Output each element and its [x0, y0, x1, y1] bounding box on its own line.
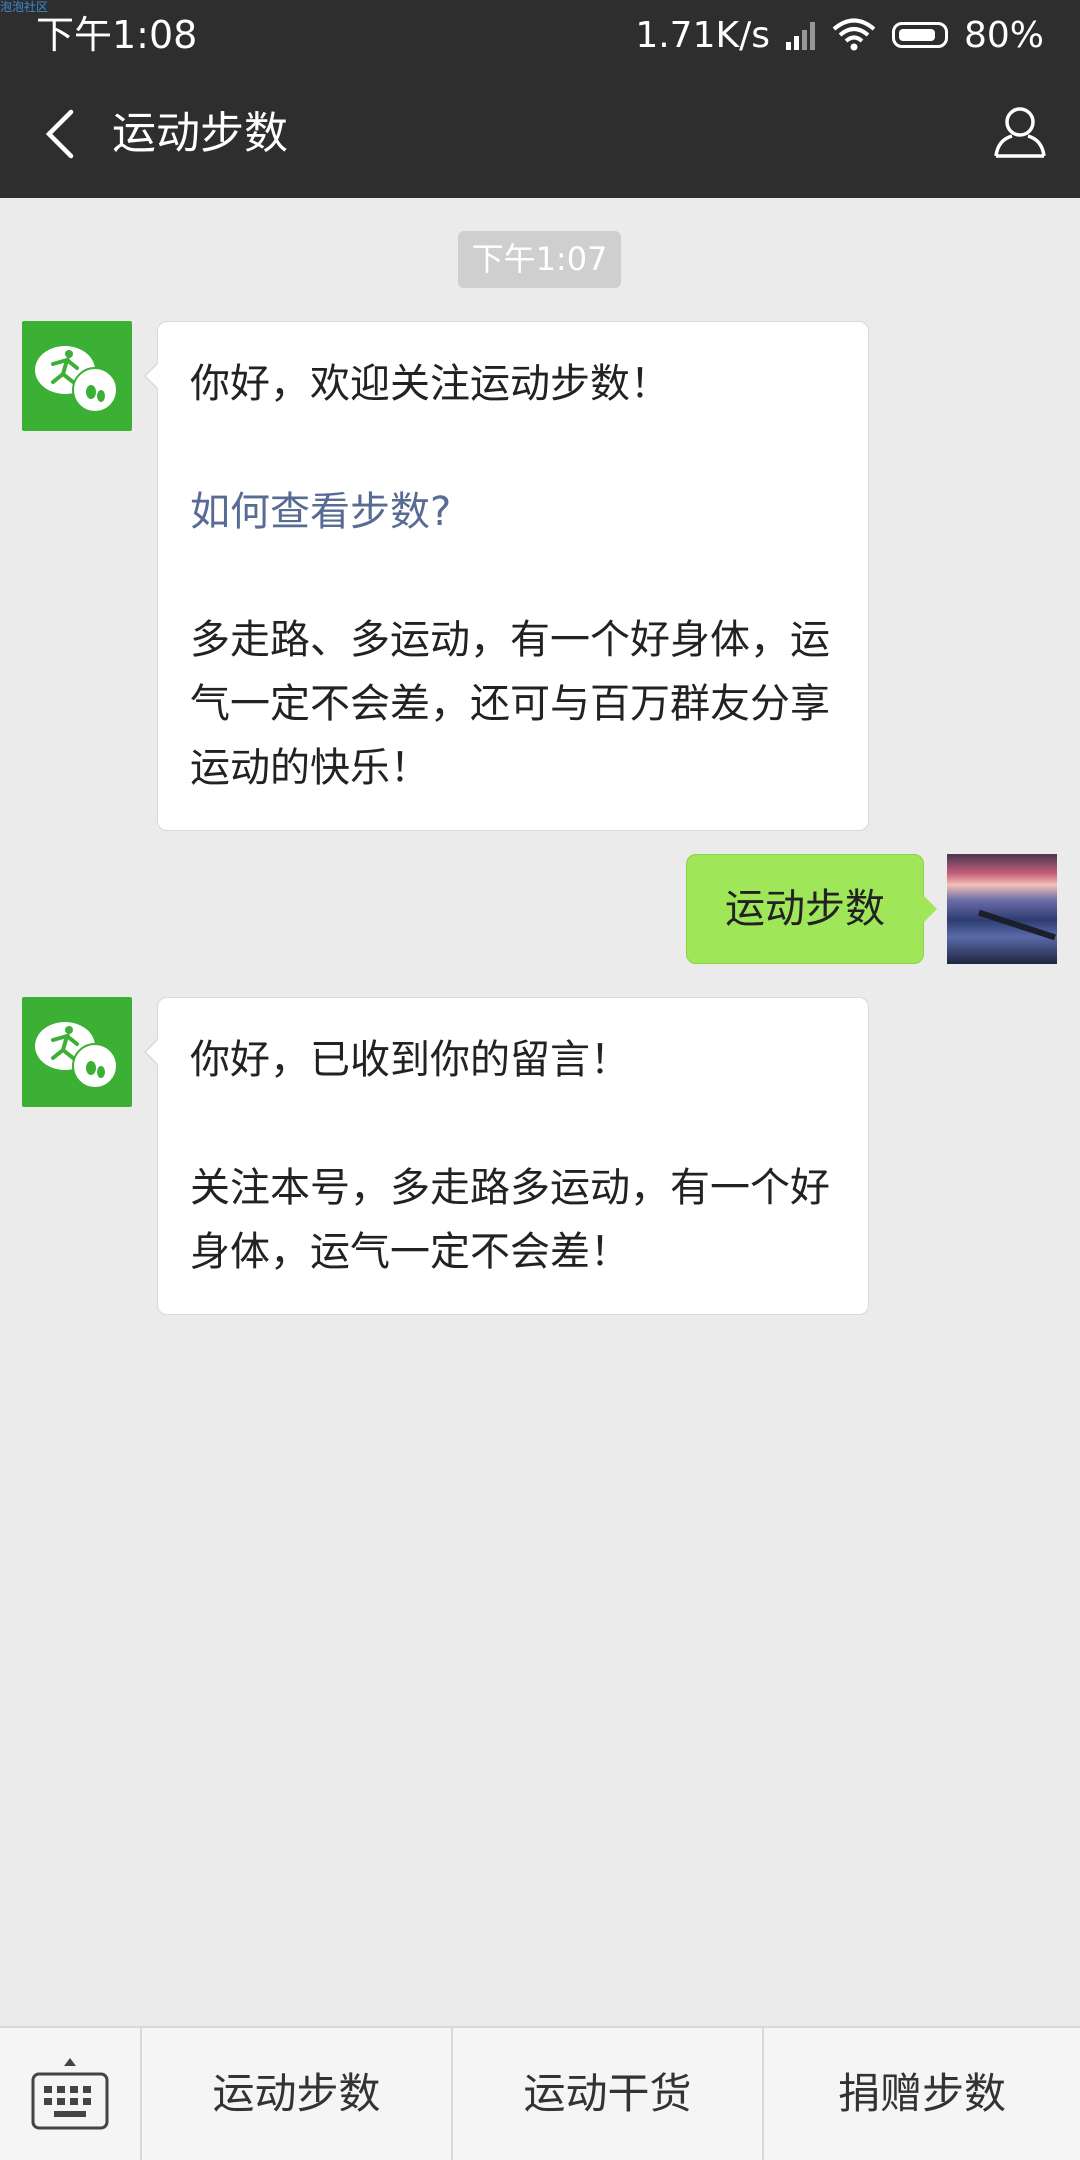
menu-item-steps[interactable]: 运动步数	[142, 2028, 453, 2160]
battery-icon	[891, 22, 948, 48]
network-speed: 1.71K/s	[635, 14, 770, 56]
message-text: 你好，欢迎关注运动步数！	[190, 361, 670, 407]
signal-icon	[785, 20, 816, 50]
wifi-icon	[832, 18, 876, 52]
status-time: 下午1:08	[36, 13, 198, 57]
message-bubble-bot: 你好，欢迎关注运动步数！ 如何查看步数? 多走路、多运动，有一个好身体，运气一定…	[144, 321, 869, 831]
person-icon[interactable]	[988, 100, 1052, 164]
page-title: 运动步数	[112, 108, 288, 159]
message-text: 多走路、多运动，有一个好身体，运气一定不会差，还可与百万群友分享运动的快乐！	[190, 617, 830, 791]
message-link[interactable]: 如何查看步数?	[190, 480, 836, 544]
runner-footprint-icon	[35, 346, 118, 412]
message-bubble-bot: 你好，已收到你的留言！ 关注本号，多走路多运动，有一个好身体，运气一定不会差！	[144, 997, 869, 1315]
chat-timestamp: 下午1:07	[458, 231, 621, 288]
keyboard-icon[interactable]	[0, 2028, 142, 2160]
battery-percent: 80%	[963, 14, 1044, 56]
bot-avatar[interactable]	[22, 321, 132, 431]
bottom-menu: 运动步数 运动干货 捐赠步数	[0, 2026, 1080, 2160]
menu-item-donate[interactable]: 捐赠步数	[764, 2028, 1080, 2160]
status-icons: 1.71K/s 80%	[635, 10, 1044, 60]
chevron-left-icon[interactable]	[30, 102, 90, 166]
bot-avatar[interactable]	[22, 997, 132, 1107]
message-text: 关注本号，多走路多运动，有一个好身体，运气一定不会差！	[190, 1165, 830, 1275]
message-bubble-user[interactable]: 运动步数	[686, 854, 937, 964]
message-text: 你好，已收到你的留言！	[190, 1037, 630, 1083]
runner-footprint-icon	[35, 1022, 118, 1088]
status-bar: 泡泡社区 下午1:08 1.71K/s 80%	[0, 0, 1080, 70]
top-bar: 泡泡社区 下午1:08 1.71K/s 80% 运动步数	[0, 0, 1080, 198]
user-avatar[interactable]	[947, 854, 1057, 964]
menu-item-tips[interactable]: 运动干货	[453, 2028, 764, 2160]
title-bar: 运动步数	[0, 70, 1080, 198]
